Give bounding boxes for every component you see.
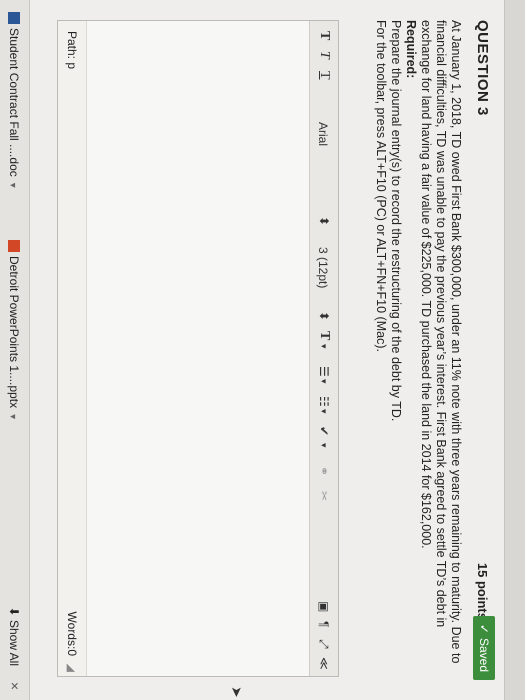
show-all-button[interactable]: ⬇ Show All [7,607,21,666]
chevron-down-icon[interactable]: ▾ [315,344,333,349]
font-size-select[interactable]: 3 (12pt) [313,246,333,289]
chevron-down-icon[interactable]: ▾ [315,443,333,448]
download-item-pptx[interactable]: Detroit PowerPoints 1....pptx ▾ [7,240,21,419]
unlink-icon[interactable]: ✂ [315,491,333,501]
toolbar-hint: For the toolbar, press ALT+F10 (PC) or A… [374,20,388,352]
download-item-label: Student Contract Fall ....doc [7,28,21,177]
chevron-down-icon[interactable]: ▾ [315,379,333,384]
download-icon: ⬇ [7,606,21,620]
special-character-icon[interactable]: ¶ [315,621,333,627]
font-size-value: 3 (12pt) [316,247,330,289]
underline-button[interactable]: T [315,71,333,80]
saved-badge: ✓ Saved [473,615,495,680]
chevron-down-icon[interactable]: ▾ [315,409,333,414]
bullet-list-icon[interactable]: ☰ [315,366,333,377]
download-item-label: Detroit PowerPoints 1....pptx [7,256,21,409]
collapse-toolbar-icon[interactable]: ≪ [315,657,333,670]
spellcheck-icon[interactable]: ✔ [315,426,333,436]
mouse-cursor-icon: ➤ [229,686,245,698]
question-text: At January 1, 2018, TD owed First Bank $… [419,20,463,664]
partial-top-bar [504,0,525,700]
font-family-value: Arial [316,122,330,147]
instruction-text: Prepare the journal entry(s) to record t… [389,20,403,422]
resize-grip-icon[interactable]: ◢ [65,664,78,672]
rich-text-editor: T T T Arial ⬍ 3 (12pt) ⬍ T ▾ ☰ ▾ ☷ ▾ ✔ ▾… [57,20,339,677]
download-item-doc[interactable]: Student Contract Fall ....doc ▾ [7,12,21,188]
check-icon: ✓ [477,623,491,634]
saved-label: Saved [477,637,491,672]
powerpoint-file-icon [8,240,20,252]
browser-window: QUESTION 3 15 points ✓ Saved At January 1… [0,0,525,700]
font-family-arrows-icon[interactable]: ⬍ [315,216,333,226]
question-title: QUESTION 3 [474,20,491,116]
chevron-down-icon[interactable]: ▾ [7,183,18,188]
word-file-icon [8,12,20,24]
word-count: Words:0 [65,611,79,656]
editor-toolbar: T T T Arial ⬍ 3 (12pt) ⬍ T ▾ ☰ ▾ ☷ ▾ ✔ ▾… [309,21,338,676]
question-header: QUESTION 3 15 points ✓ Saved [469,20,497,680]
question-body: At January 1, 2018, TD owed First Bank $… [373,20,463,670]
editor-statusbar: Path: p Words:0 ◢ [58,21,87,676]
points-label: 15 points [475,562,490,620]
font-family-select[interactable]: Arial [313,121,333,147]
italic-button[interactable]: T [315,51,333,59]
fullscreen-icon[interactable]: ⤢ [315,639,333,649]
bold-button[interactable]: T [315,31,333,40]
chevron-down-icon[interactable]: ▾ [7,414,18,419]
insert-image-icon[interactable]: ▣ [315,601,333,612]
text-color-button[interactable]: T [315,331,333,340]
link-icon[interactable]: ⚭ [315,466,333,476]
font-size-arrows-icon[interactable]: ⬍ [315,311,333,321]
required-label: Required: [404,20,418,79]
downloads-bar: Student Contract Fall ....doc ▾ Detroit P… [0,0,30,700]
answer-textarea[interactable] [89,21,309,676]
path-label: Path: p [65,31,79,70]
numbered-list-icon[interactable]: ☷ [315,396,333,407]
close-icon[interactable]: × [7,682,23,690]
